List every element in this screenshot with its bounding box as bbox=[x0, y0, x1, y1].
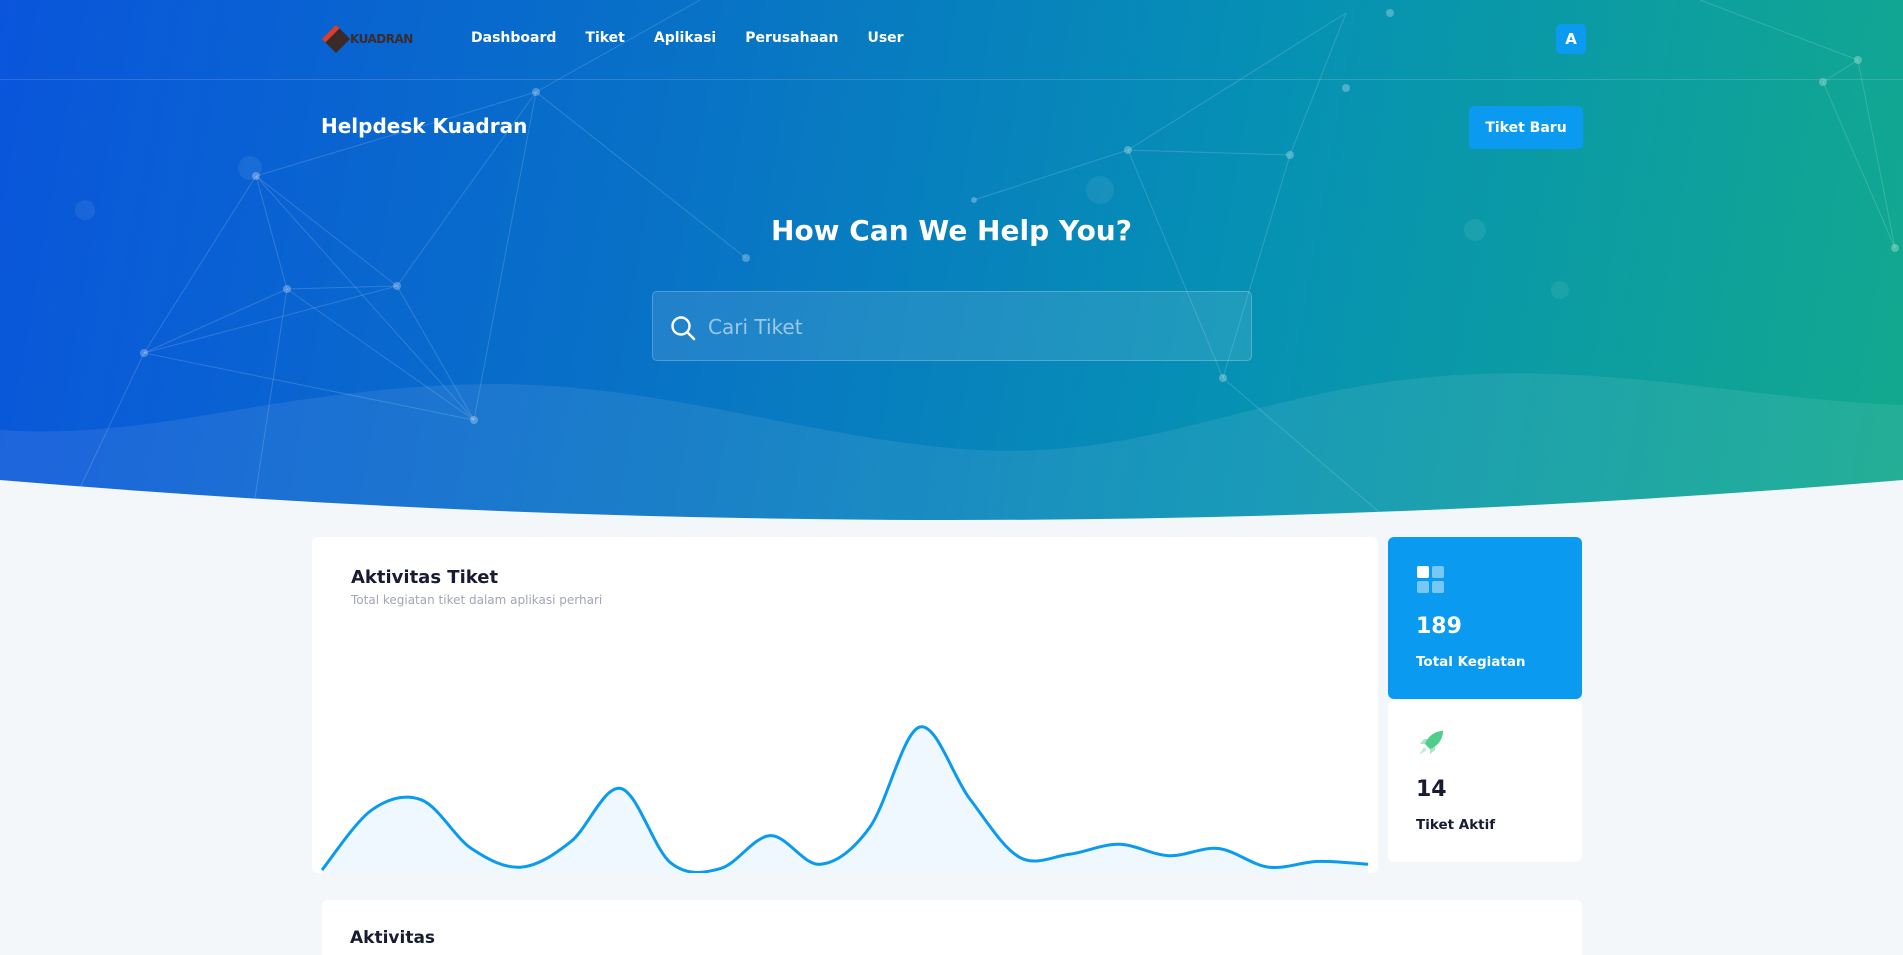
grid-icon bbox=[1417, 566, 1444, 593]
new-ticket-button[interactable]: Tiket Baru bbox=[1469, 106, 1583, 149]
hero-bottom-curve bbox=[0, 480, 1903, 530]
stat-label-tiket-aktif: Tiket Aktif bbox=[1416, 817, 1496, 833]
nav-item-tiket[interactable]: Tiket bbox=[585, 30, 624, 46]
hero-heading: How Can We Help You? bbox=[771, 214, 1132, 247]
nav-item-perusahaan[interactable]: Perusahaan bbox=[745, 30, 838, 46]
search-icon bbox=[671, 316, 696, 341]
stat-label-total-kegiatan: Total Kegiatan bbox=[1416, 654, 1526, 670]
activity-section-card: Aktivitas bbox=[322, 900, 1582, 955]
stat-card-total-kegiatan[interactable]: 189 Total Kegiatan bbox=[1388, 537, 1582, 699]
chart-area-fill bbox=[322, 726, 1368, 873]
nav-item-user[interactable]: User bbox=[867, 30, 903, 46]
search-input[interactable] bbox=[708, 310, 1228, 344]
page-title: Helpdesk Kuadran bbox=[321, 114, 528, 138]
stat-value-tiket-aktif: 14 bbox=[1416, 777, 1447, 802]
nav-item-aplikasi[interactable]: Aplikasi bbox=[654, 30, 716, 46]
top-navbar: KUADRAN Dashboard Tiket Aplikasi Perusah… bbox=[0, 0, 1903, 80]
stat-value-total-kegiatan: 189 bbox=[1416, 614, 1462, 639]
user-avatar[interactable]: A bbox=[1556, 24, 1586, 54]
activity-section-title: Aktivitas bbox=[350, 928, 436, 948]
logo-mark-icon bbox=[321, 24, 351, 54]
main-nav: Dashboard Tiket Aplikasi Perusahaan User bbox=[471, 30, 904, 46]
brand-logo[interactable]: KUADRAN bbox=[321, 24, 413, 54]
activity-area-chart bbox=[320, 725, 1369, 873]
activity-chart-card: Aktivitas Tiket Total kegiatan tiket dal… bbox=[312, 537, 1378, 873]
search-box[interactable] bbox=[652, 291, 1252, 361]
rocket-icon bbox=[1419, 731, 1443, 755]
logo-text: KUADRAN bbox=[350, 32, 413, 46]
nav-item-dashboard[interactable]: Dashboard bbox=[471, 30, 556, 46]
stat-card-tiket-aktif[interactable]: 14 Tiket Aktif bbox=[1388, 700, 1582, 862]
